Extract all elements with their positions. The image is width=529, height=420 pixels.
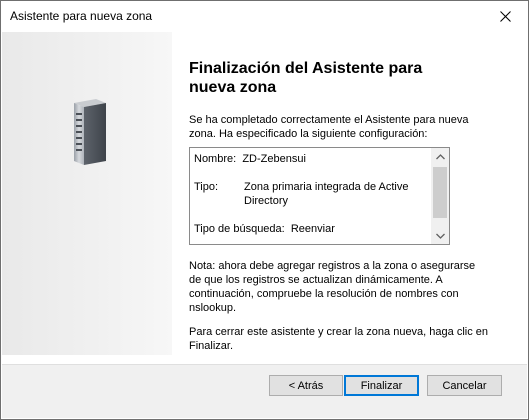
name-value: ZD-Zebensui <box>242 153 306 165</box>
cancel-button[interactable]: Cancelar <box>427 375 502 396</box>
lookup-value: Reenviar <box>290 223 335 235</box>
close-icon <box>500 10 511 22</box>
scroll-thumb[interactable] <box>433 167 447 218</box>
type-label: Tipo: <box>194 181 219 193</box>
server-icon <box>74 99 106 165</box>
intro-text: Se ha completado correctamente el Asiste… <box>189 114 469 140</box>
window-title: Asistente para nueva zona <box>10 9 153 23</box>
settings-summary-box[interactable]: Nombre: ZD-Zebensui Tipo: Zona primaria … <box>189 147 450 245</box>
type-value: Zona primaria integrada de Active Direct… <box>244 181 409 207</box>
scroll-up-button[interactable] <box>432 148 449 165</box>
close-button[interactable] <box>483 1 528 31</box>
chevron-up-icon <box>436 153 445 159</box>
note-text: Nota: ahora debe agregar registros a la … <box>189 260 476 314</box>
closing-text: Para cerrar este asistente y crear la zo… <box>189 326 488 352</box>
back-button[interactable]: < Atrás <box>269 375 343 396</box>
summary-row-type: Tipo: Zona primaria integrada de Active … <box>194 180 426 208</box>
content-area: Finalización del Asistente para nueva zo… <box>189 59 509 97</box>
finish-button[interactable]: Finalizar <box>344 375 419 396</box>
name-label: Nombre: <box>194 153 237 165</box>
summary-row-name: Nombre: ZD-Zebensui <box>194 152 426 166</box>
lookup-label: Tipo de búsqueda: <box>194 223 285 235</box>
scroll-down-button[interactable] <box>432 227 449 244</box>
summary-row-lookup: Tipo de búsqueda: Reenviar <box>194 222 426 236</box>
title-bar: Asistente para nueva zona <box>1 1 528 31</box>
chevron-down-icon <box>436 233 445 239</box>
vertical-scrollbar[interactable] <box>431 148 449 244</box>
page-title: Finalización del Asistente para nueva zo… <box>189 60 423 96</box>
wizard-window: Asistente para nueva zona Finalización d… <box>0 0 529 420</box>
wizard-side-panel <box>2 32 172 355</box>
settings-summary-text: Nombre: ZD-Zebensui Tipo: Zona primaria … <box>194 152 426 236</box>
